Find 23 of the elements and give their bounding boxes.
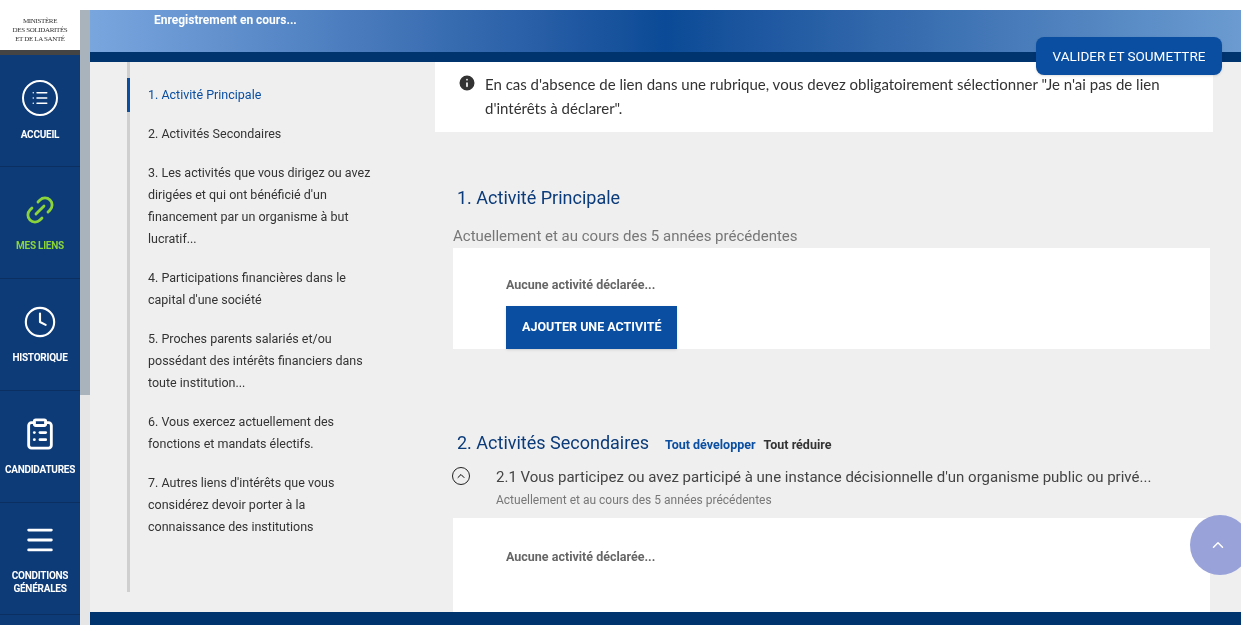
- subsection-subtitle: Actuellement et au cours des 5 années précédentes: [496, 491, 773, 509]
- section-subtitle: Actuellement et au cours des 5 années précédentes: [453, 226, 799, 247]
- submit-button[interactable]: VALIDER ET SOUMETTRE: [1036, 37, 1222, 75]
- section-title: 1. Activité Principale: [457, 186, 622, 210]
- notice-text: En cas d'absence de lien dans une rubrique, vous devez obligatoirement sélectionner "Je n'ai pas de lien d'intérêts à déclarer".: [485, 74, 1161, 119]
- toc-link[interactable]: 4. Participations financières dans le capital d'une société: [127, 267, 435, 311]
- scrollbar-thumb[interactable]: [80, 10, 90, 395]
- info-icon: [457, 73, 477, 93]
- subsection-title: 2.1 Vous participez ou avez participé à une instance décisionnelle d'un organisme public ou privé...: [496, 467, 1152, 489]
- section-title: 2. Activités Secondaires: [457, 431, 649, 456]
- empty-message: Aucune activité déclarée...: [506, 275, 656, 294]
- clock-icon: [23, 305, 57, 339]
- empty-message: Aucune activité déclarée...: [506, 548, 656, 564]
- toc-link[interactable]: 3. Les activités que vous dirigez ou avez dirigées et qui ont bénéficié d'un financement par un organisme à but lucratif...: [127, 162, 435, 250]
- toc-link[interactable]: 6. Vous exercez actuellement des fonctions et mandats électifs.: [127, 411, 435, 455]
- toc-link[interactable]: 7. Autres liens d'intérêts que vous considérez devoir porter à la connaissance des institutions: [127, 472, 435, 538]
- saving-status: Enregistrement en cours...: [154, 12, 298, 29]
- toc-link[interactable]: 2. Activités Secondaires: [127, 123, 435, 145]
- expand-all-link[interactable]: Tout développer: [665, 436, 756, 455]
- add-activity-button[interactable]: AJOUTER UNE ACTIVITÉ: [506, 306, 678, 350]
- list-icon: [22, 80, 58, 116]
- collapse-all-link[interactable]: Tout réduire: [763, 436, 832, 455]
- toc-link[interactable]: 5. Proches parents salariés et/ou possédant des intérêts financiers dans toute institution...: [127, 328, 435, 394]
